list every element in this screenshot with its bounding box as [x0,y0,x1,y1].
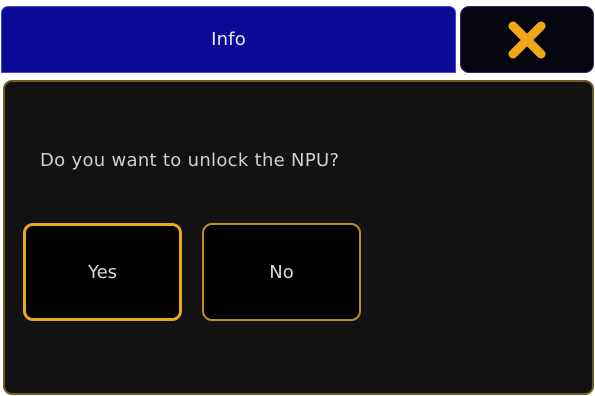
dialog-title: Info [211,29,246,50]
yes-button[interactable]: Yes [23,223,182,321]
dialog-body: Do you want to unlock the NPU? Yes No [3,80,594,395]
close-button[interactable] [460,6,594,73]
no-button[interactable]: No [202,223,361,321]
close-icon [507,20,547,60]
dialog-message: Do you want to unlock the NPU? [40,150,340,171]
dialog-title-bar: Info [1,6,456,73]
